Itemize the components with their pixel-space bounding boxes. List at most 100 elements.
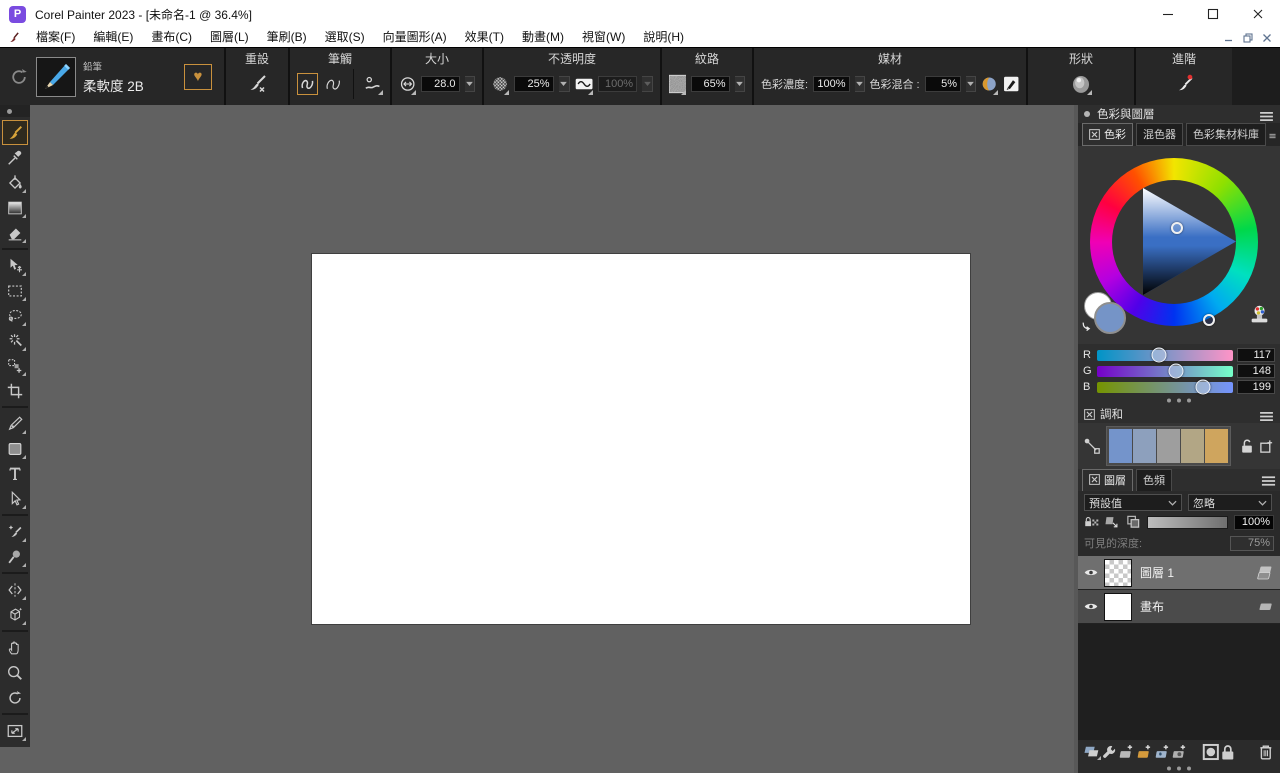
tab-color[interactable]: 色彩: [1082, 123, 1133, 146]
tool-crop[interactable]: [2, 378, 28, 403]
tab-mixer[interactable]: 混色器: [1136, 123, 1183, 146]
panel-header[interactable]: 色彩與圖層: [1078, 105, 1280, 123]
harmony-swatch-4[interactable]: [1181, 429, 1204, 463]
tool-eraser[interactable]: [2, 220, 28, 245]
layer-commands-icon[interactable]: [1101, 743, 1119, 761]
tool-rect-select[interactable]: [2, 278, 28, 303]
new-liquid-ink-layer-button[interactable]: [1154, 743, 1172, 761]
tool-rotate-page[interactable]: [2, 685, 28, 710]
tab-channels[interactable]: 色頻: [1136, 469, 1172, 492]
green-slider[interactable]: [1097, 366, 1233, 377]
panel-resize-dots[interactable]: [1078, 764, 1280, 773]
layer-opacity-slider[interactable]: [1147, 516, 1228, 529]
opacity-icon[interactable]: [491, 73, 509, 95]
expression-icon[interactable]: [575, 73, 593, 95]
window-maximize-button[interactable]: [1190, 0, 1235, 28]
grain-dropdown-button[interactable]: [735, 76, 746, 92]
layer-mask-button[interactable]: [1202, 743, 1220, 761]
tool-mirror-painting[interactable]: [2, 577, 28, 602]
panel-menu-icon[interactable]: [1259, 109, 1274, 120]
color-blend-dropdown[interactable]: [966, 76, 976, 92]
harmony-swatch-2[interactable]: [1133, 429, 1156, 463]
window-close-button[interactable]: [1235, 0, 1280, 28]
dab-shape-icon[interactable]: [1070, 73, 1092, 95]
layer-name[interactable]: 畫布: [1140, 598, 1253, 615]
unlock-icon[interactable]: [1240, 438, 1254, 454]
brush-selector[interactable]: [36, 57, 76, 97]
layer-thumbnail[interactable]: [1104, 593, 1132, 621]
reset-brush-icon[interactable]: [246, 73, 268, 95]
tool-perspective[interactable]: [2, 602, 28, 627]
tool-pen[interactable]: [2, 411, 28, 436]
opacity-dropdown-button[interactable]: [559, 76, 570, 92]
pickup-underlying-color-icon[interactable]: [1105, 514, 1120, 530]
menu-item-movie[interactable]: 動畫(M): [513, 28, 573, 47]
layer-thumbnail[interactable]: [1104, 559, 1132, 587]
menu-item-edit[interactable]: 編輯(E): [84, 28, 142, 47]
menu-item-window[interactable]: 視窗(W): [573, 28, 634, 47]
media-color-icon[interactable]: [981, 73, 997, 95]
tool-gradient[interactable]: [2, 195, 28, 220]
grain-value-field[interactable]: 65%: [691, 76, 729, 92]
toolbox-drag-handle[interactable]: [0, 105, 30, 117]
menu-item-shapes[interactable]: 向量圖形(A): [374, 28, 456, 47]
harmony-menu-icon[interactable]: [1259, 409, 1274, 420]
color-panel-menu-icon[interactable]: [1269, 129, 1276, 141]
layer-merge-mode-dropdown[interactable]: 忽略: [1188, 494, 1272, 511]
panel-resize-dots[interactable]: [1083, 395, 1275, 405]
clone-color-stamp-icon[interactable]: [1248, 304, 1271, 326]
window-minimize-button[interactable]: [1145, 0, 1190, 28]
blue-value-field[interactable]: 199: [1237, 380, 1275, 394]
menu-item-layers[interactable]: 圖層(L): [201, 28, 258, 47]
layer-name[interactable]: 圖層 1: [1140, 564, 1253, 581]
harmony-close-icon[interactable]: [1084, 409, 1095, 420]
tool-magnifier[interactable]: [2, 660, 28, 685]
harmony-swatch-3[interactable]: [1157, 429, 1180, 463]
red-slider[interactable]: [1097, 350, 1233, 361]
layer-blend-icon[interactable]: [1083, 743, 1101, 761]
tool-rect-shape[interactable]: [2, 436, 28, 461]
new-dynamic-layer-button[interactable]: [1171, 743, 1189, 761]
tool-transform[interactable]: [2, 353, 28, 378]
green-value-field[interactable]: 148: [1237, 364, 1275, 378]
tool-dropper[interactable]: [2, 145, 28, 170]
doc-close-button[interactable]: [1262, 33, 1272, 43]
tool-cloner-brush[interactable]: [2, 519, 28, 544]
new-layer-button[interactable]: [1118, 743, 1136, 761]
blue-slider-knob[interactable]: [1196, 380, 1211, 395]
advanced-brush-icon[interactable]: [1173, 73, 1195, 95]
color-strength-dropdown[interactable]: [855, 76, 865, 92]
layer-row-canvas[interactable]: 畫布: [1078, 590, 1280, 624]
new-watercolor-layer-button[interactable]: [1136, 743, 1154, 761]
red-slider-knob[interactable]: [1152, 348, 1167, 363]
layer-visibility-eye-icon[interactable]: [1078, 567, 1104, 578]
red-value-field[interactable]: 117: [1237, 348, 1275, 362]
media-pen-icon[interactable]: [1003, 73, 1019, 95]
harmony-header[interactable]: 調和: [1078, 405, 1280, 423]
doc-minimize-button[interactable]: [1224, 33, 1234, 43]
document-canvas[interactable]: [311, 253, 971, 625]
menu-item-help[interactable]: 說明(H): [634, 28, 693, 47]
menu-item-file[interactable]: 檔案(F): [27, 28, 84, 47]
tool-lasso[interactable]: [2, 303, 28, 328]
straight-stroke-button[interactable]: [323, 73, 344, 95]
tab-close-icon[interactable]: [1089, 129, 1100, 140]
tool-fit-screen[interactable]: [2, 718, 28, 743]
freehand-stroke-button[interactable]: [297, 73, 318, 95]
tool-text[interactable]: [2, 461, 28, 486]
size-value-field[interactable]: 28.0: [421, 76, 459, 92]
size-icon[interactable]: [399, 73, 416, 95]
tool-grabber[interactable]: [2, 635, 28, 660]
menu-item-select[interactable]: 選取(S): [316, 28, 374, 47]
tool-layer-adjuster[interactable]: [2, 253, 28, 278]
layer-opacity-value[interactable]: 100%: [1234, 515, 1274, 530]
rotate-reset-icon[interactable]: [8, 66, 30, 88]
harmony-link-icon[interactable]: [1083, 437, 1101, 455]
swap-colors-icon[interactable]: [1081, 318, 1094, 331]
tool-magic-wand[interactable]: [2, 328, 28, 353]
color-strength-field[interactable]: 100%: [813, 76, 849, 92]
doc-restore-button[interactable]: [1243, 33, 1253, 43]
blue-slider[interactable]: [1097, 382, 1233, 393]
add-swatch-icon[interactable]: [1259, 439, 1274, 454]
tab-layers[interactable]: 圖層: [1082, 469, 1133, 492]
